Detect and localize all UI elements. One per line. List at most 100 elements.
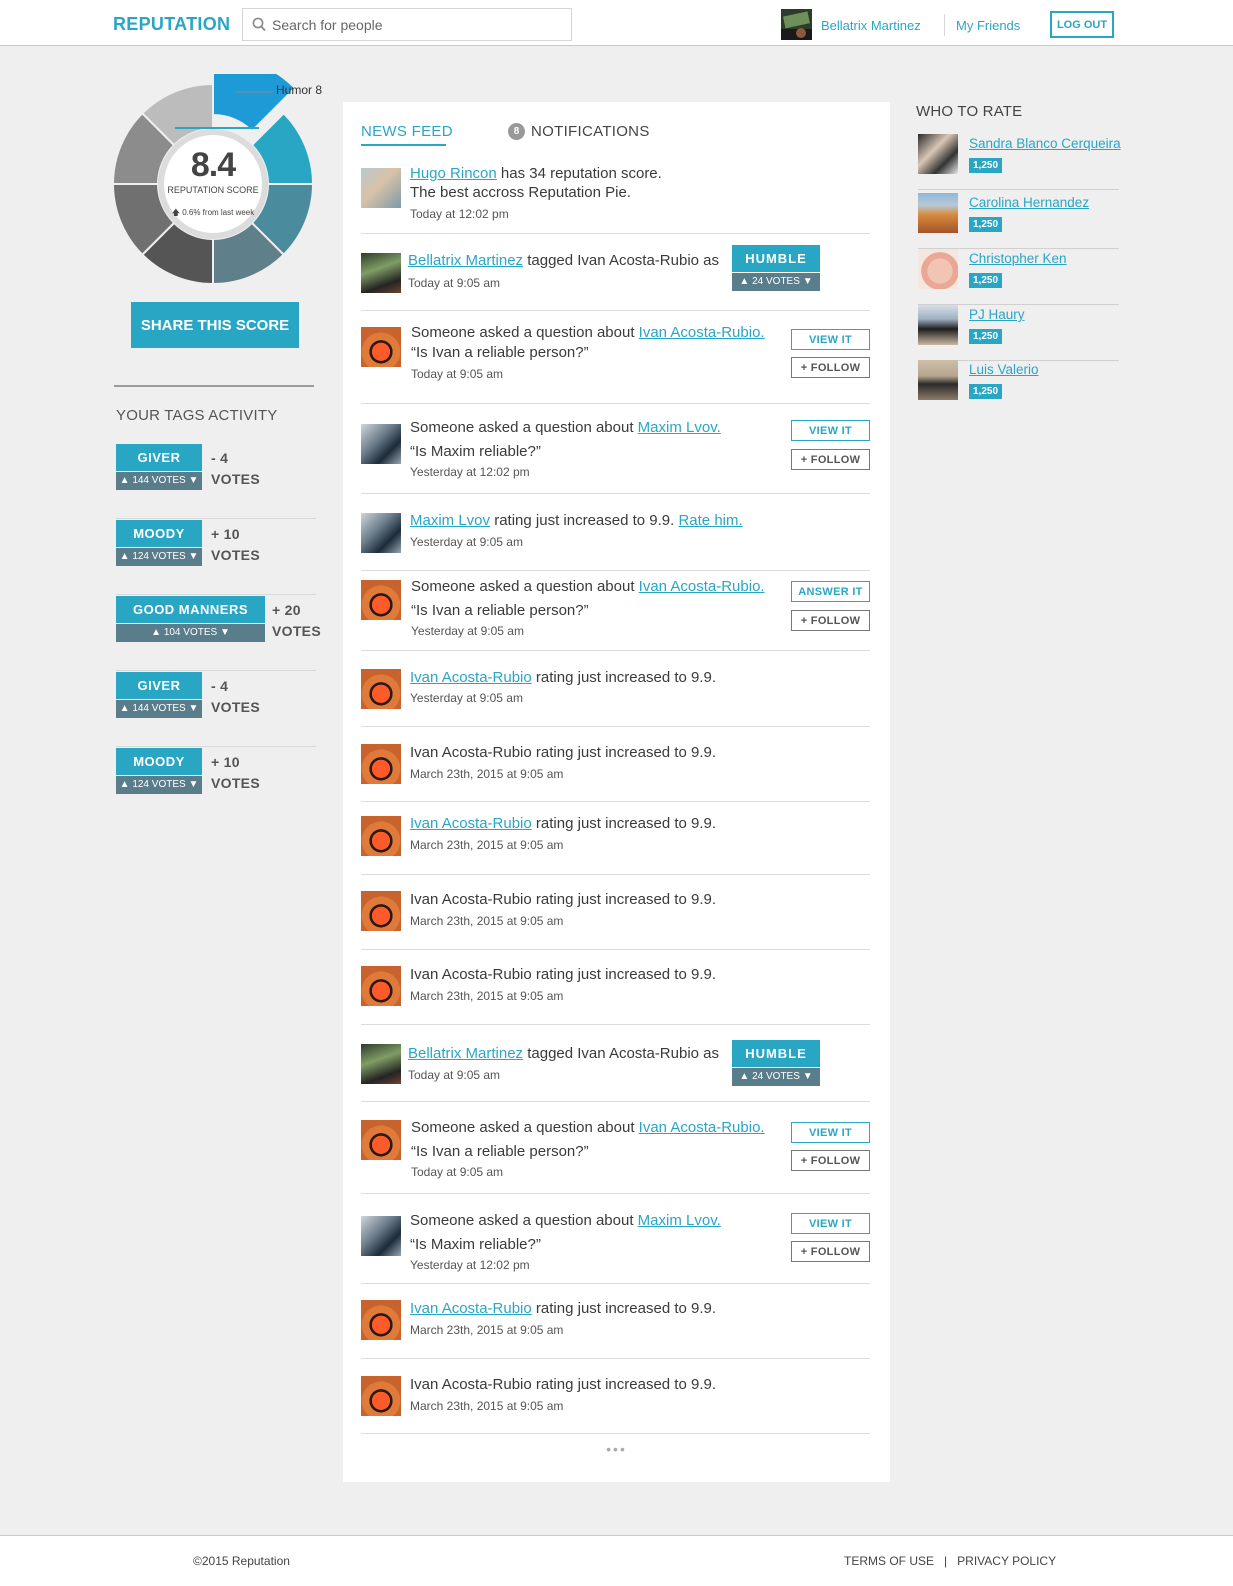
user-link[interactable]: Ivan Acosta-Rubio xyxy=(410,1300,532,1317)
current-user-link[interactable]: Bellatrix Martinez xyxy=(821,18,921,33)
person-link[interactable]: Luis Valerio xyxy=(969,362,1039,377)
tag-label[interactable]: HUMBLE xyxy=(732,1040,820,1067)
avatar[interactable] xyxy=(918,249,958,289)
avatar[interactable] xyxy=(361,424,401,464)
tag-label[interactable]: GIVER xyxy=(116,444,202,471)
tag-votes-control[interactable]: ▲ 24 VOTES ▼ xyxy=(732,273,820,291)
person-link[interactable]: PJ Haury xyxy=(969,307,1025,322)
user-link[interactable]: Ivan Acosta-Rubio xyxy=(410,815,532,832)
tag-votes-control[interactable]: ▲ 24 VOTES ▼ xyxy=(732,1068,820,1086)
person-link[interactable]: Christopher Ken xyxy=(969,251,1067,266)
vote-down-icon[interactable]: ▼ xyxy=(188,475,198,486)
who-to-rate-item: Sandra Blanco Cerqueira 1,250 xyxy=(918,134,1121,190)
vote-up-icon[interactable]: ▲ xyxy=(739,276,749,287)
vote-down-icon[interactable]: ▼ xyxy=(188,551,198,562)
avatar[interactable] xyxy=(361,1216,401,1256)
avatar[interactable] xyxy=(361,1300,401,1340)
follow-button[interactable]: + FOLLOW xyxy=(791,610,870,631)
avatar[interactable] xyxy=(361,744,401,784)
avatar[interactable] xyxy=(361,1044,401,1084)
avatar[interactable] xyxy=(361,891,401,931)
rate-him-link[interactable]: Rate him. xyxy=(678,512,742,529)
follow-button[interactable]: + FOLLOW xyxy=(791,449,870,470)
user-link[interactable]: Maxim Lvov. xyxy=(638,1212,721,1229)
avatar[interactable] xyxy=(361,966,401,1006)
avatar[interactable] xyxy=(918,360,958,400)
tag-delta-value: + 20 xyxy=(272,602,301,618)
answer-it-button[interactable]: ANSWER IT xyxy=(791,581,870,602)
avatar[interactable] xyxy=(918,305,958,345)
my-friends-link[interactable]: My Friends xyxy=(956,18,1020,33)
view-it-button[interactable]: VIEW IT xyxy=(791,420,870,441)
feed-item-time: Today at 9:05 am xyxy=(411,1165,504,1179)
vote-up-icon[interactable]: ▲ xyxy=(120,703,130,714)
feed-item-text: Bellatrix Martinez tagged Ivan Acosta-Ru… xyxy=(408,251,719,270)
user-link[interactable]: Bellatrix Martinez xyxy=(408,252,523,269)
tag-delta-unit: VOTES xyxy=(211,775,260,791)
user-link[interactable]: Maxim Lvov. xyxy=(638,419,721,436)
feed-item-message: Someone asked a question about xyxy=(411,324,639,341)
vote-up-icon[interactable]: ▲ xyxy=(120,551,130,562)
vote-down-icon[interactable]: ▼ xyxy=(220,627,230,638)
user-link[interactable]: Ivan Acosta-Rubio. xyxy=(639,578,765,595)
avatar[interactable] xyxy=(361,327,401,367)
avatar[interactable] xyxy=(361,168,401,208)
user-link[interactable]: Ivan Acosta-Rubio. xyxy=(639,1119,765,1136)
tag-label[interactable]: GIVER xyxy=(116,672,202,699)
share-score-button[interactable]: SHARE THIS SCORE xyxy=(131,302,299,348)
terms-of-use-link[interactable]: TERMS OF USE xyxy=(844,1554,934,1568)
tag-label[interactable]: HUMBLE xyxy=(732,245,820,272)
vote-up-icon[interactable]: ▲ xyxy=(151,627,161,638)
view-it-button[interactable]: VIEW IT xyxy=(791,1213,870,1234)
avatar[interactable] xyxy=(361,513,401,553)
avatar[interactable] xyxy=(918,193,958,233)
user-link[interactable]: Hugo Rincon xyxy=(410,165,497,182)
search-box[interactable] xyxy=(242,8,572,41)
user-link[interactable]: Maxim Lvov xyxy=(410,512,490,529)
avatar[interactable] xyxy=(361,1120,401,1160)
vote-down-icon[interactable]: ▼ xyxy=(188,703,198,714)
privacy-policy-link[interactable]: PRIVACY POLICY xyxy=(957,1554,1056,1568)
avatar[interactable] xyxy=(361,1376,401,1416)
tag-votes-control[interactable]: ▲ 124 VOTES ▼ xyxy=(116,548,202,566)
tab-news-feed[interactable]: NEWS FEED xyxy=(361,123,453,140)
view-it-button[interactable]: VIEW IT xyxy=(791,1122,870,1143)
user-link[interactable]: Ivan Acosta-Rubio. xyxy=(639,324,765,341)
vote-up-icon[interactable]: ▲ xyxy=(120,779,130,790)
vote-down-icon[interactable]: ▼ xyxy=(803,1071,813,1082)
load-more-button[interactable]: ••• xyxy=(343,1441,890,1457)
tag-label[interactable]: MOODY xyxy=(116,748,202,775)
user-link[interactable]: Bellatrix Martinez xyxy=(408,1045,523,1062)
vote-up-icon[interactable]: ▲ xyxy=(120,475,130,486)
user-link[interactable]: Ivan Acosta-Rubio xyxy=(410,669,532,686)
follow-button[interactable]: + FOLLOW xyxy=(791,357,870,378)
vote-down-icon[interactable]: ▼ xyxy=(803,276,813,287)
avatar[interactable] xyxy=(361,253,401,293)
avatar[interactable] xyxy=(361,816,401,856)
tag-label[interactable]: MOODY xyxy=(116,520,202,547)
feed-item: Ivan Acosta-Rubio rating just increased … xyxy=(361,950,870,1025)
person-link[interactable]: Sandra Blanco Cerqueira xyxy=(969,136,1121,151)
person-link[interactable]: Carolina Hernandez xyxy=(969,195,1089,210)
view-it-button[interactable]: VIEW IT xyxy=(791,329,870,350)
avatar[interactable] xyxy=(361,580,401,620)
tag-label[interactable]: GOOD MANNERS xyxy=(116,596,265,623)
tag-votes-control[interactable]: ▲ 124 VOTES ▼ xyxy=(116,776,202,794)
tag-votes-count: 144 VOTES xyxy=(132,703,186,714)
logout-button[interactable]: LOG OUT xyxy=(1050,11,1114,38)
search-input[interactable] xyxy=(272,15,562,35)
avatar[interactable] xyxy=(918,134,958,174)
left-divider xyxy=(114,385,314,387)
follow-button[interactable]: + FOLLOW xyxy=(791,1241,870,1262)
vote-down-icon[interactable]: ▼ xyxy=(188,779,198,790)
app-logo[interactable]: REPUTATION xyxy=(113,14,230,35)
person-score-badge: 1,250 xyxy=(969,329,1003,344)
user-avatar[interactable] xyxy=(781,9,812,40)
tag-votes-control[interactable]: ▲ 144 VOTES ▼ xyxy=(116,700,202,718)
tag-votes-control[interactable]: ▲ 144 VOTES ▼ xyxy=(116,472,202,490)
follow-button[interactable]: + FOLLOW xyxy=(791,1150,870,1171)
vote-up-icon[interactable]: ▲ xyxy=(739,1071,749,1082)
tab-notifications[interactable]: NOTIFICATIONS xyxy=(531,123,650,140)
tag-votes-control[interactable]: ▲ 104 VOTES ▼ xyxy=(116,624,265,642)
avatar[interactable] xyxy=(361,669,401,709)
